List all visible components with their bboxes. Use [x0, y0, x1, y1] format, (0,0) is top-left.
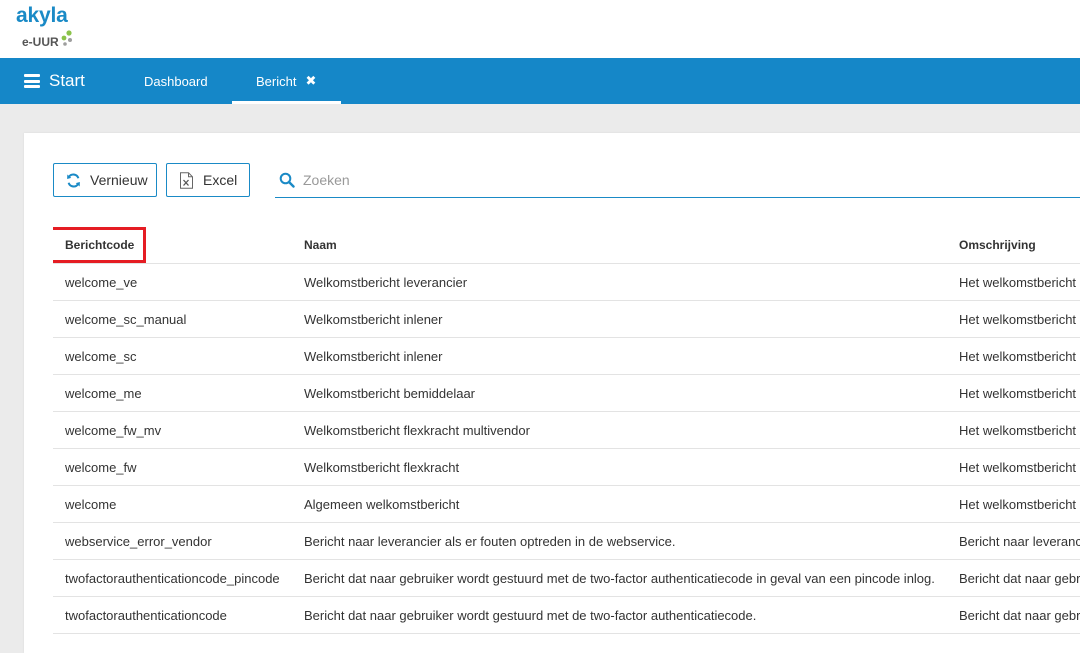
cell-naam: Bericht naar leverancier als er fouten o…	[292, 522, 947, 560]
cell-naam: Welkomstbericht flexkracht	[292, 448, 947, 486]
refresh-button[interactable]: Vernieuw	[53, 163, 157, 197]
cell-berichtcode: welcome_fw	[53, 448, 292, 486]
tab-bericht[interactable]: Bericht ✖	[232, 58, 341, 104]
akyla-logo[interactable]: akyla e-UUR	[16, 4, 96, 54]
cell-naam: Bericht dat naar gebruiker wordt gestuur…	[292, 596, 947, 634]
cell-omschrijving: Bericht dat naar gebr	[947, 596, 1080, 634]
table-row[interactable]: welcome_ve Welkomstbericht leverancier H…	[53, 263, 1080, 301]
cell-omschrijving: Het welkomstbericht	[947, 374, 1080, 412]
cell-berichtcode: welcome	[53, 485, 292, 523]
cell-omschrijving: Het welkomstbericht	[947, 337, 1080, 375]
column-header-berichtcode[interactable]: Berichtcode	[53, 227, 292, 264]
cell-omschrijving: Het welkomstbericht	[947, 263, 1080, 301]
cell-berichtcode: welcome_sc	[53, 337, 292, 375]
cell-naam: Welkomstbericht flexkracht multivendor	[292, 411, 947, 449]
cell-naam: Welkomstbericht inlener	[292, 337, 947, 375]
cell-omschrijving: Bericht dat naar gebr	[947, 559, 1080, 597]
cell-omschrijving: Het welkomstbericht	[947, 448, 1080, 486]
cell-berichtcode: welcome_fw_mv	[53, 411, 292, 449]
table-row[interactable]: welcome_sc_manual Welkomstbericht inlene…	[53, 300, 1080, 338]
start-menu-button[interactable]: Start	[24, 58, 85, 104]
refresh-icon	[66, 172, 81, 188]
hamburger-menu-icon	[24, 74, 40, 88]
cell-omschrijving: Het welkomstbericht	[947, 300, 1080, 338]
tab-dashboard[interactable]: Dashboard	[144, 58, 208, 104]
cell-naam: Welkomstbericht leverancier	[292, 263, 947, 301]
table-row[interactable]: welcome_sc Welkomstbericht inlener Het w…	[53, 337, 1080, 375]
logo-sub-text: e-UUR	[22, 35, 59, 49]
table-row[interactable]: welcome_me Welkomstbericht bemiddelaar H…	[53, 374, 1080, 412]
highlighted-header-label: Berichtcode	[53, 227, 147, 263]
table-row[interactable]: twofactorauthenticationcode Bericht dat …	[53, 596, 1080, 634]
refresh-label: Vernieuw	[90, 172, 148, 188]
excel-file-icon	[179, 171, 194, 189]
logo-brand-text: akyla	[16, 4, 68, 27]
table-row[interactable]: welcome_fw_mv Welkomstbericht flexkracht…	[53, 411, 1080, 449]
cell-naam: Welkomstbericht bemiddelaar	[292, 374, 947, 412]
cell-naam: Bericht dat naar gebruiker wordt gestuur…	[292, 559, 947, 597]
top-header: akyla e-UUR	[0, 0, 1080, 58]
excel-export-button[interactable]: Excel	[166, 163, 250, 197]
table-row[interactable]: twofactorauthenticationcode_pincode Beri…	[53, 559, 1080, 597]
start-label: Start	[49, 71, 85, 90]
message-table: Berichtcode Naam Omschrijving welcome_ve…	[53, 227, 1080, 634]
cell-naam: Welkomstbericht inlener	[292, 300, 947, 338]
cell-berichtcode: twofactorauthenticationcode	[53, 596, 292, 634]
search-icon	[279, 172, 295, 188]
close-tab-icon[interactable]: ✖	[305, 73, 316, 89]
table-header-row: Berichtcode Naam Omschrijving	[53, 227, 1080, 264]
column-header-omschrijving[interactable]: Omschrijving	[947, 227, 1080, 264]
logo-dots-icon	[61, 30, 72, 46]
search-input[interactable]	[301, 171, 1065, 189]
content-panel: Vernieuw Excel Berichtcode	[24, 133, 1080, 653]
cell-berichtcode: welcome_me	[53, 374, 292, 412]
excel-label: Excel	[203, 172, 238, 188]
cell-berichtcode: welcome_sc_manual	[53, 300, 292, 338]
cell-omschrijving: Bericht naar leveranc	[947, 522, 1080, 560]
cell-omschrijving: Het welkomstbericht	[947, 411, 1080, 449]
cell-berichtcode: webservice_error_vendor	[53, 522, 292, 560]
cell-berichtcode: twofactorauthenticationcode_pincode	[53, 559, 292, 597]
tab-bericht-label: Bericht	[256, 73, 297, 89]
main-navbar: Start Dashboard Bericht ✖	[0, 58, 1080, 104]
column-header-naam[interactable]: Naam	[292, 227, 947, 264]
table-row[interactable]: webservice_error_vendor Bericht naar lev…	[53, 522, 1080, 560]
tab-dashboard-label: Dashboard	[144, 73, 208, 89]
table-row[interactable]: welcome Algemeen welkomstbericht Het wel…	[53, 485, 1080, 523]
table-row[interactable]: welcome_fw Welkomstbericht flexkracht He…	[53, 448, 1080, 486]
search-bar	[275, 163, 1080, 198]
cell-omschrijving: Het welkomstbericht	[947, 485, 1080, 523]
cell-berichtcode: welcome_ve	[53, 263, 292, 301]
cell-naam: Algemeen welkomstbericht	[292, 485, 947, 523]
